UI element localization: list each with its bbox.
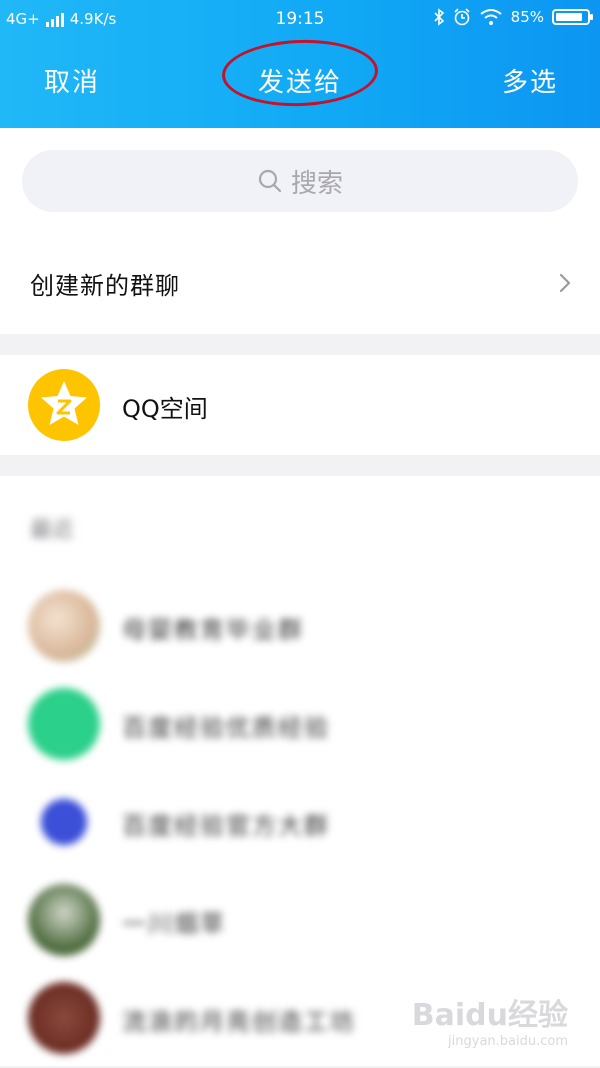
avatar	[28, 982, 100, 1054]
chat-name: 流浪的月亮创造工坊	[122, 1008, 356, 1036]
multi-select-button[interactable]: 多选	[502, 62, 558, 99]
qzone-label: QQ空间	[122, 395, 208, 423]
watermark-brand: Baidu经验	[411, 998, 568, 1033]
chevron-right-icon	[559, 273, 571, 293]
qzone-logo-icon	[28, 369, 100, 441]
search-placeholder: 搜索	[290, 168, 343, 199]
chat-name: 百度经验官方大群	[122, 812, 330, 840]
alarm-icon	[454, 8, 470, 26]
battery-fill	[556, 13, 582, 21]
chat-name: 一川烟草	[122, 910, 226, 938]
avatar	[28, 688, 100, 760]
create-group-label: 创建新的群聊	[30, 272, 180, 300]
recent-chat-item[interactable]: 百度经验官方大群	[0, 772, 600, 872]
bluetooth-icon	[434, 8, 444, 26]
chat-name: 母婴教育毕业群	[122, 616, 304, 644]
status-bar: 4G+ 4.9K/s 19:15 85%	[0, 8, 600, 34]
watermark: Baidu经验 jingyan.baidu.com	[411, 998, 568, 1049]
recent-chat-item[interactable]: 一川烟草	[0, 870, 600, 970]
search-icon	[258, 169, 282, 193]
recent-chat-item[interactable]: 母婴教育毕业群	[0, 576, 600, 676]
search-section: 搜索	[0, 128, 600, 232]
create-group-row[interactable]: 创建新的群聊	[0, 232, 600, 334]
battery-percent: 85%	[510, 8, 544, 26]
search-input[interactable]: 搜索	[22, 150, 578, 212]
avatar	[28, 590, 100, 662]
avatar	[28, 884, 100, 956]
watermark-url: jingyan.baidu.com	[448, 1034, 568, 1049]
recent-heading: 最近	[30, 518, 75, 543]
battery-icon	[552, 9, 593, 25]
chat-name: 百度经验优质经验	[122, 714, 330, 742]
recent-chat-item[interactable]: 百度经验优质经验	[0, 674, 600, 774]
top-bar: 4G+ 4.9K/s 19:15 85% 取消 发送给 多选	[0, 0, 600, 128]
recent-section: 最近 母婴教育毕业群 百度经验优质经验 百度经验官方大群 一川烟草 流浪的月亮创…	[0, 476, 600, 1066]
qzone-row[interactable]: QQ空间	[0, 355, 600, 455]
wifi-icon	[480, 9, 502, 25]
avatar	[28, 786, 100, 858]
